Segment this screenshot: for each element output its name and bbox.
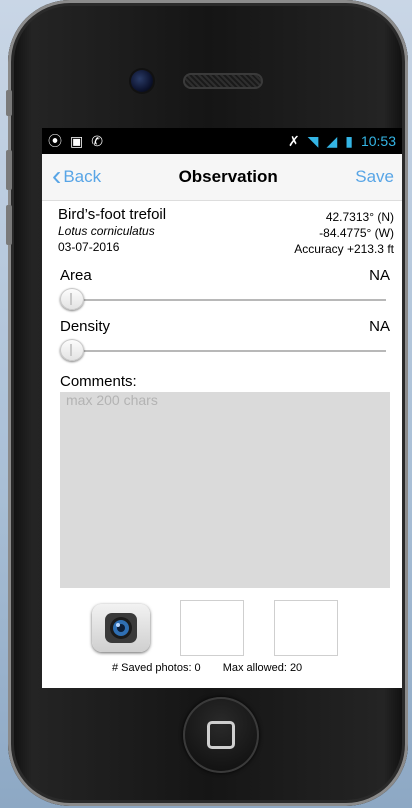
status-bar: ⦿ ▣ ✆ ✗ ◥ ◢ ▮ 10:53 <box>42 128 402 154</box>
home-button[interactable] <box>183 697 259 773</box>
density-slider-track <box>60 350 386 352</box>
volume-down-button <box>6 205 12 245</box>
page-title: Observation <box>178 167 278 186</box>
comments-label: Comments: <box>60 373 137 390</box>
camera-icon <box>105 613 137 643</box>
density-value: NA <box>369 318 390 335</box>
area-value: NA <box>369 267 390 284</box>
wifi-icon: ◥ <box>307 132 319 149</box>
photo-row <box>42 600 402 656</box>
missed-call-icon: ✆ <box>91 132 103 149</box>
phone-frame: ⦿ ▣ ✆ ✗ ◥ ◢ ▮ 10:53 ‹ Back Observation S… <box>6 0 408 806</box>
earpiece-speaker <box>183 73 263 89</box>
density-row: Density NA <box>42 318 402 335</box>
density-label: Density <box>60 318 111 335</box>
volume-up-button <box>6 150 12 190</box>
longitude: -84.4775° (W) <box>319 226 394 240</box>
latitude: 42.7313° (N) <box>325 210 394 224</box>
no-sim-icon: ✗ <box>287 132 300 149</box>
photo-counts: # Saved photos: 0 Max allowed: 20 <box>42 662 402 674</box>
navigation-bar: ‹ Back Observation Save <box>42 154 402 201</box>
common-name: Bird’s-foot trefoil <box>58 206 167 223</box>
area-slider-track <box>60 299 386 301</box>
comments-placeholder: max 200 chars <box>66 392 158 408</box>
back-button[interactable]: ‹ Back <box>52 160 102 191</box>
observation-date: 03-07-2016 <box>58 240 120 254</box>
camera-button[interactable] <box>92 604 150 652</box>
clock: 10:53 <box>360 133 396 149</box>
chevron-left-icon: ‹ <box>52 160 62 191</box>
home-square-icon <box>207 721 235 749</box>
photo-slot[interactable] <box>274 600 338 656</box>
save-button[interactable]: Save <box>355 167 394 187</box>
max-photos: Max allowed: 20 <box>222 662 303 674</box>
area-slider-thumb[interactable] <box>60 288 84 310</box>
photo-slot[interactable] <box>180 600 244 656</box>
saved-photos-count: # Saved photos: 0 <box>112 662 201 674</box>
observation-info: Bird’s-foot trefoil Lotus corniculatus 0… <box>42 201 402 257</box>
image-icon: ▣ <box>70 132 84 149</box>
signal-icon: ◢ <box>326 132 338 149</box>
mute-switch <box>6 90 12 116</box>
front-camera <box>131 70 153 92</box>
scientific-name: Lotus corniculatus <box>58 224 155 238</box>
battery-icon: ▮ <box>345 132 353 149</box>
area-slider[interactable] <box>60 288 386 310</box>
area-label: Area <box>60 267 92 284</box>
density-slider-thumb[interactable] <box>60 339 84 361</box>
area-row: Area NA <box>42 267 402 284</box>
back-label: Back <box>63 167 102 186</box>
location-icon: ⦿ <box>48 133 62 149</box>
density-slider[interactable] <box>60 339 386 361</box>
app-screen: ⦿ ▣ ✆ ✗ ◥ ◢ ▮ 10:53 ‹ Back Observation S… <box>42 128 402 688</box>
accuracy: Accuracy +213.3 ft <box>294 242 394 256</box>
comments-field[interactable]: max 200 chars <box>60 392 390 588</box>
